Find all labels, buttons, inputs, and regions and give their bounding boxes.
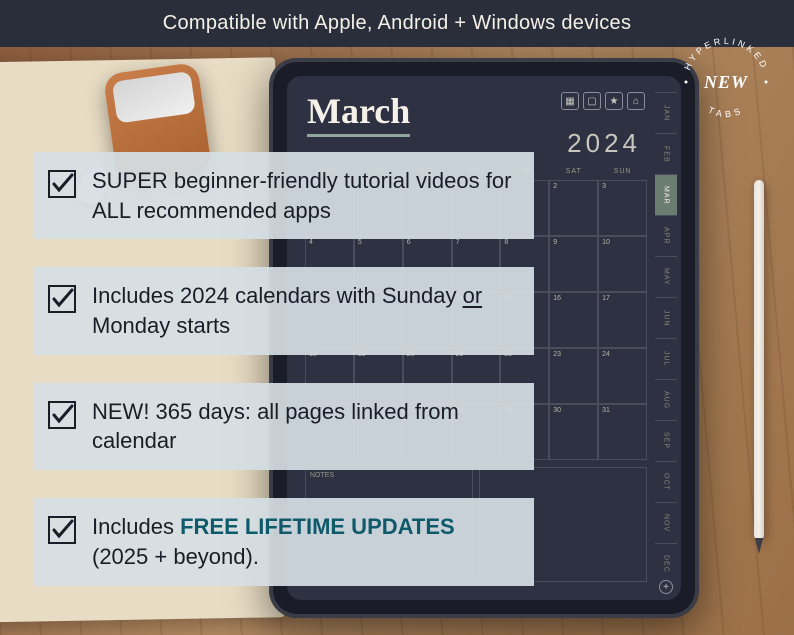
- day-header: SUN: [598, 168, 647, 175]
- month-tab-feb[interactable]: FEB: [655, 133, 677, 174]
- callout-text: NEW! 365 days: all pages linked from cal…: [92, 399, 459, 454]
- checkmark-icon: [48, 170, 76, 198]
- calendar-month-title: March: [307, 90, 410, 137]
- toolbar: ▦ ▢ ★ ⌂: [561, 92, 645, 110]
- month-tab-jun[interactable]: JUN: [655, 297, 677, 338]
- day-header: SAT: [549, 168, 598, 175]
- month-tab-jan[interactable]: JAN: [655, 92, 677, 133]
- star-icon[interactable]: ★: [605, 92, 623, 110]
- month-tab-mar[interactable]: MAR: [655, 174, 677, 215]
- calendar-cell[interactable]: 2: [549, 180, 598, 236]
- calendar-cell[interactable]: 9: [549, 236, 598, 292]
- calendar-icon[interactable]: ▦: [561, 92, 579, 110]
- month-tabs: JANFEBMARAPRMAYJUNJULAUGSEPOCTNOVDEC: [655, 92, 677, 584]
- checkmark-icon: [48, 285, 76, 313]
- calendar-cell[interactable]: 3: [598, 180, 647, 236]
- month-tab-apr[interactable]: APR: [655, 215, 677, 256]
- home-icon[interactable]: ⌂: [627, 92, 645, 110]
- callout-text: Includes 2024 calendars with Sunday or M…: [92, 283, 482, 338]
- feature-callouts: SUPER beginner-friendly tutorial videos …: [34, 152, 534, 586]
- compatibility-banner: Compatible with Apple, Android + Windows…: [0, 0, 794, 47]
- calendar-cell[interactable]: 16: [549, 292, 598, 348]
- month-tab-jul[interactable]: JUL: [655, 338, 677, 379]
- callout-text: SUPER beginner-friendly tutorial videos …: [92, 168, 511, 223]
- checkmark-icon: [48, 401, 76, 429]
- stylus-prop: [754, 180, 764, 540]
- month-tab-sep[interactable]: SEP: [655, 420, 677, 461]
- month-tab-may[interactable]: MAY: [655, 256, 677, 297]
- feature-callout-3: NEW! 365 days: all pages linked from cal…: [34, 383, 534, 470]
- month-tab-nov[interactable]: NOV: [655, 502, 677, 543]
- calendar-cell[interactable]: 23: [549, 348, 598, 404]
- calendar-cell[interactable]: 10: [598, 236, 647, 292]
- month-tab-oct[interactable]: OCT: [655, 461, 677, 502]
- calendar-year: 2024: [567, 128, 641, 159]
- callout-text: Includes FREE LIFETIME UPDATES (2025 + b…: [92, 514, 455, 569]
- month-tab-dec[interactable]: DEC: [655, 543, 677, 584]
- feature-callout-4: Includes FREE LIFETIME UPDATES (2025 + b…: [34, 498, 534, 585]
- calendar-cell[interactable]: 24: [598, 348, 647, 404]
- svg-text:HYPERLINKED: HYPERLINKED: [682, 36, 770, 72]
- feature-callout-1: SUPER beginner-friendly tutorial videos …: [34, 152, 534, 239]
- image-icon[interactable]: ▢: [583, 92, 601, 110]
- month-tab-aug[interactable]: AUG: [655, 379, 677, 420]
- new-badge: HYPERLINKED TABS NEW: [676, 32, 776, 132]
- calendar-cell[interactable]: 31: [598, 404, 647, 460]
- add-button[interactable]: +: [659, 580, 673, 594]
- feature-callout-2: Includes 2024 calendars with Sunday or M…: [34, 267, 534, 354]
- calendar-cell[interactable]: 17: [598, 292, 647, 348]
- calendar-cell[interactable]: 30: [549, 404, 598, 460]
- checkmark-icon: [48, 516, 76, 544]
- svg-text:TABS: TABS: [707, 105, 746, 120]
